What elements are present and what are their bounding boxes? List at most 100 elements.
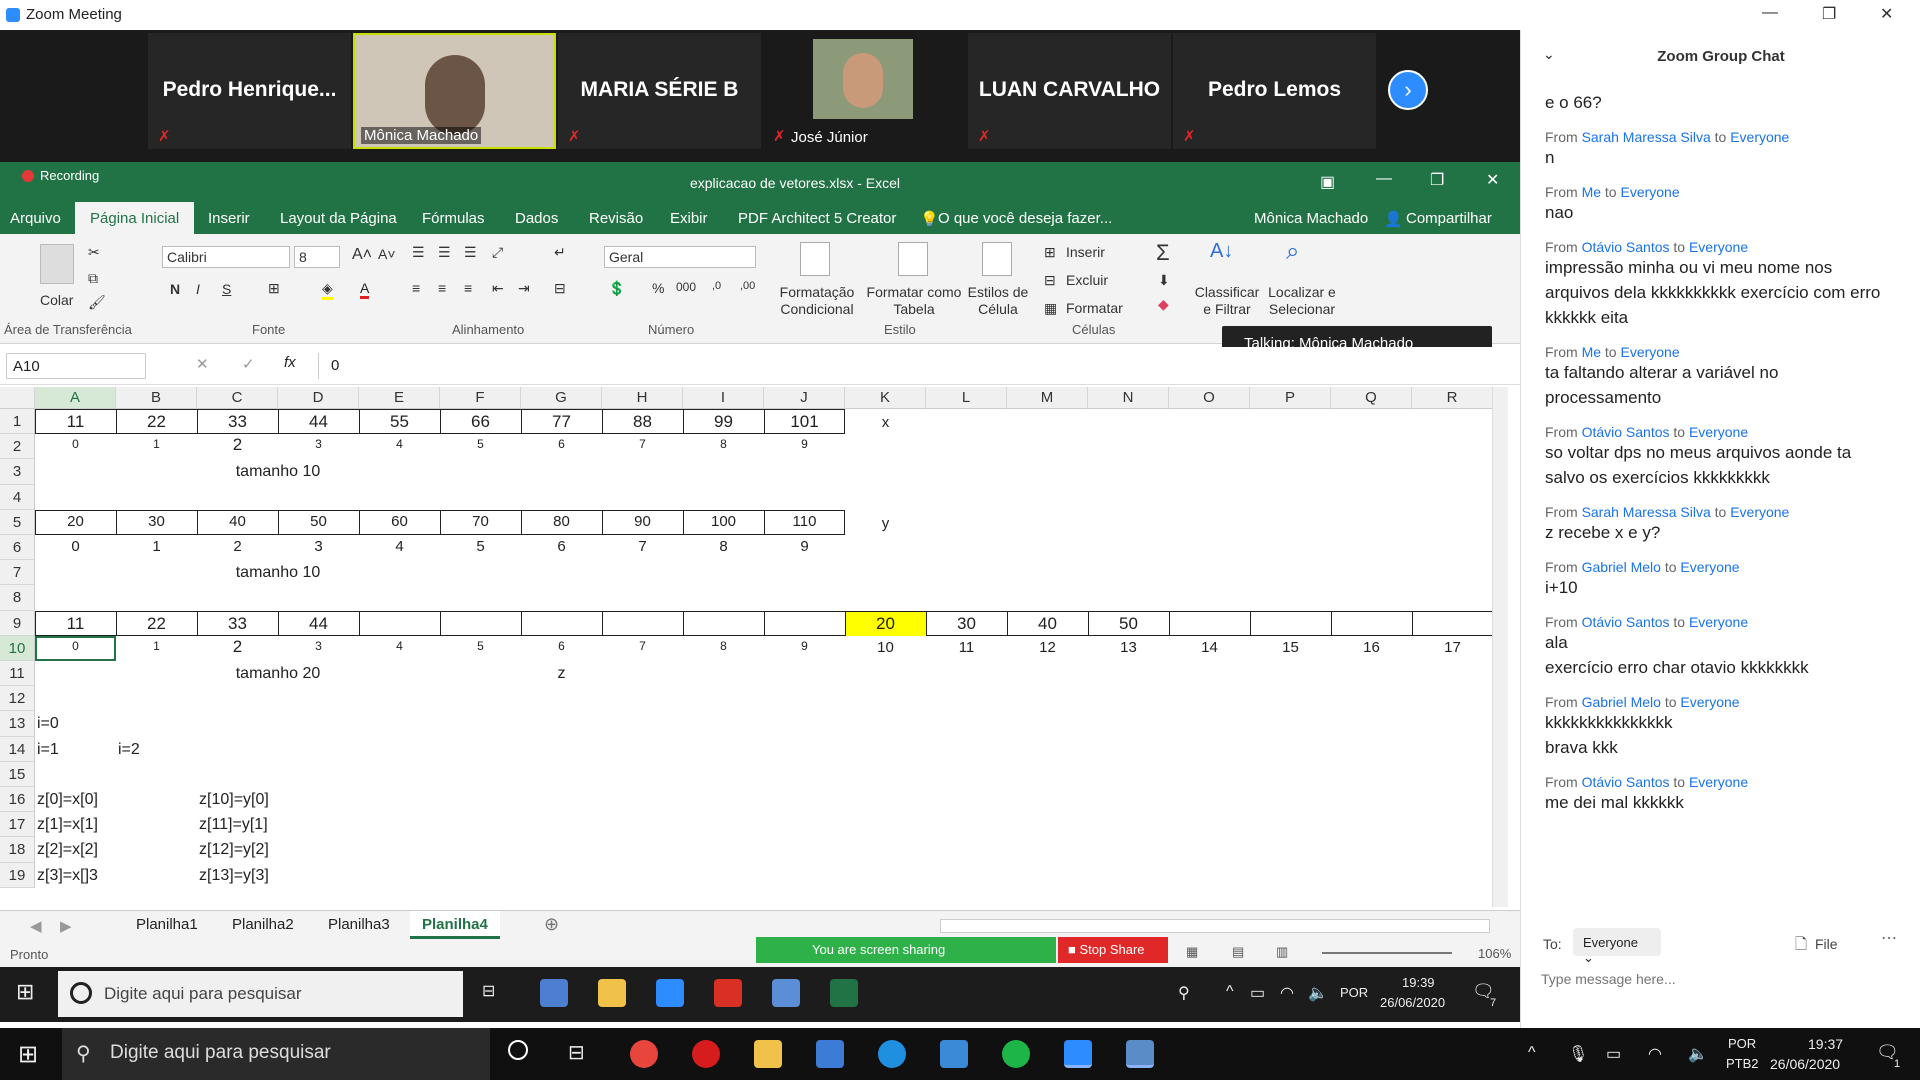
column-header[interactable]: L — [926, 387, 1007, 409]
cell[interactable]: 8 — [683, 538, 764, 555]
next-sheet-icon[interactable]: ▶ — [60, 917, 72, 935]
sender-name[interactable]: Me — [1582, 184, 1601, 200]
column-header[interactable]: I — [683, 387, 764, 409]
row-header[interactable]: 11 — [0, 661, 35, 687]
number-format-select[interactable]: Geral — [604, 246, 756, 268]
cell[interactable]: z — [521, 665, 602, 683]
cell[interactable]: 0 — [35, 437, 116, 451]
spreadsheet-grid[interactable]: A B C D E F G H I J K L M N O P Q R 1 2 3 4 5 6 7 8 9 10 11 12 13 14 15 1… — [0, 387, 1510, 907]
mail-icon[interactable] — [940, 1040, 968, 1068]
cell[interactable]: 11 — [35, 614, 116, 634]
cell[interactable]: 12 — [1007, 639, 1088, 656]
cell[interactable]: 4 — [359, 437, 440, 451]
clear-icon[interactable]: ◆ — [1158, 296, 1169, 313]
currency-icon[interactable]: 💲 — [608, 280, 625, 297]
language-indicator[interactable]: POR — [1340, 985, 1368, 1000]
app-icon[interactable] — [540, 979, 568, 1007]
column-header[interactable]: R — [1412, 387, 1493, 409]
cell[interactable]: 100 — [683, 513, 764, 530]
page-layout-icon[interactable]: ▤ — [1232, 944, 1244, 960]
column-header[interactable]: B — [116, 387, 197, 409]
cell[interactable]: i=0 — [37, 715, 59, 733]
cell[interactable]: z[11]=y[1] — [199, 816, 268, 834]
cell[interactable]: 33 — [197, 412, 278, 432]
cell[interactable]: 50 — [278, 513, 359, 530]
search-box[interactable]: ⚲ Digite aqui para pesquisar — [62, 1028, 490, 1080]
sheet-tab[interactable]: Planilha1 — [136, 916, 198, 933]
cell[interactable]: 7 — [602, 639, 683, 653]
tab-arquivo[interactable]: Arquivo — [10, 210, 61, 227]
cell[interactable]: 60 — [359, 513, 440, 530]
cell[interactable]: z[2]=x[2] — [37, 841, 98, 859]
cell[interactable]: 9 — [764, 639, 845, 653]
zoom-level[interactable]: 106% — [1478, 946, 1511, 961]
row-header[interactable]: 14 — [0, 736, 35, 762]
column-header[interactable]: J — [764, 387, 845, 409]
cell[interactable]: 3 — [278, 437, 359, 451]
language-indicator[interactable]: POR — [1728, 1036, 1756, 1051]
column-header[interactable]: Q — [1331, 387, 1412, 409]
cell[interactable]: 7 — [602, 437, 683, 451]
thousands-button[interactable]: 000 — [676, 280, 696, 294]
decrease-font-icon[interactable]: A˅ — [378, 246, 396, 262]
sheet-tab[interactable]: Planilha2 — [232, 916, 294, 933]
tell-me-search[interactable]: O que você deseja fazer... — [938, 210, 1112, 227]
cell[interactable]: 22 — [116, 412, 197, 432]
chat-input[interactable] — [1541, 966, 1901, 992]
cell[interactable]: tamanho 20 — [218, 665, 338, 683]
conditional-format-icon[interactable] — [800, 242, 830, 276]
row-header[interactable]: 5 — [0, 509, 35, 535]
cell[interactable]: 20 — [845, 614, 926, 634]
chrome-icon[interactable] — [630, 1040, 658, 1068]
row-header[interactable]: 7 — [0, 560, 35, 586]
find-select-button[interactable]: Localizar e Selecionar — [1262, 284, 1342, 318]
stop-share-button[interactable]: ■ Stop Share — [1058, 937, 1168, 963]
tray-up-icon[interactable]: ^ — [1528, 1044, 1536, 1062]
cell[interactable]: z[12]=y[2] — [199, 841, 269, 859]
cell[interactable]: z[0]=x[0] — [37, 791, 98, 809]
cell[interactable]: 8 — [683, 639, 764, 653]
cell[interactable]: 1 — [116, 538, 197, 555]
bold-button[interactable]: N — [170, 281, 180, 297]
cell[interactable]: 6 — [521, 639, 602, 653]
app-icon[interactable] — [1126, 1040, 1154, 1068]
cell[interactable]: 6 — [521, 538, 602, 555]
sort-filter-button[interactable]: Classificar e Filtrar — [1194, 284, 1260, 318]
fill-color-icon[interactable]: ◈ — [322, 280, 333, 300]
insert-cells-button[interactable]: Inserir — [1066, 244, 1105, 260]
align-right-icon[interactable]: ≡ — [464, 280, 472, 296]
find-icon[interactable]: ⌕ — [1286, 238, 1299, 266]
underline-button[interactable]: S — [222, 281, 231, 297]
sender-name[interactable]: Sarah Maressa Silva — [1582, 129, 1711, 145]
cell[interactable]: 90 — [602, 513, 683, 530]
column-header[interactable]: E — [359, 387, 440, 409]
close-icon[interactable]: ✕ — [1880, 4, 1893, 24]
row-header[interactable]: 6 — [0, 535, 35, 561]
recipient-name[interactable]: Everyone — [1680, 559, 1739, 575]
cell[interactable]: 55 — [359, 412, 440, 432]
cell[interactable]: 7 — [602, 538, 683, 555]
cell[interactable]: 110 — [764, 513, 845, 530]
cell[interactable]: 9 — [764, 538, 845, 555]
cell[interactable]: 80 — [521, 513, 602, 530]
windows-start-icon[interactable]: ⊞ — [18, 1040, 38, 1069]
participant-tile[interactable]: MARIA SÉRIE B ✗ — [558, 33, 761, 149]
cell[interactable]: 40 — [1007, 614, 1088, 634]
cell[interactable]: 5 — [440, 538, 521, 555]
increase-indent-icon[interactable]: ⇥ — [518, 280, 530, 297]
column-header[interactable]: M — [1007, 387, 1088, 409]
row-header[interactable]: 3 — [0, 459, 35, 485]
row-header[interactable]: 18 — [0, 837, 35, 863]
close-icon[interactable]: ✕ — [1486, 170, 1499, 190]
column-header[interactable]: D — [278, 387, 359, 409]
cell[interactable]: z[3]=x[]3 — [37, 867, 98, 885]
row-header[interactable]: 13 — [0, 711, 35, 737]
cell[interactable]: 44 — [278, 614, 359, 634]
cell[interactable]: tamanho 10 — [218, 463, 338, 481]
recipient-name[interactable]: Everyone — [1730, 504, 1789, 520]
cell-styles-button[interactable]: Estilos de Célula — [962, 284, 1034, 318]
cell[interactable]: 9 — [764, 437, 845, 451]
zoom-app-icon[interactable] — [1064, 1040, 1092, 1068]
formula-input[interactable]: 0 — [318, 353, 1508, 379]
format-painter-icon[interactable]: 🖌 — [88, 294, 106, 311]
